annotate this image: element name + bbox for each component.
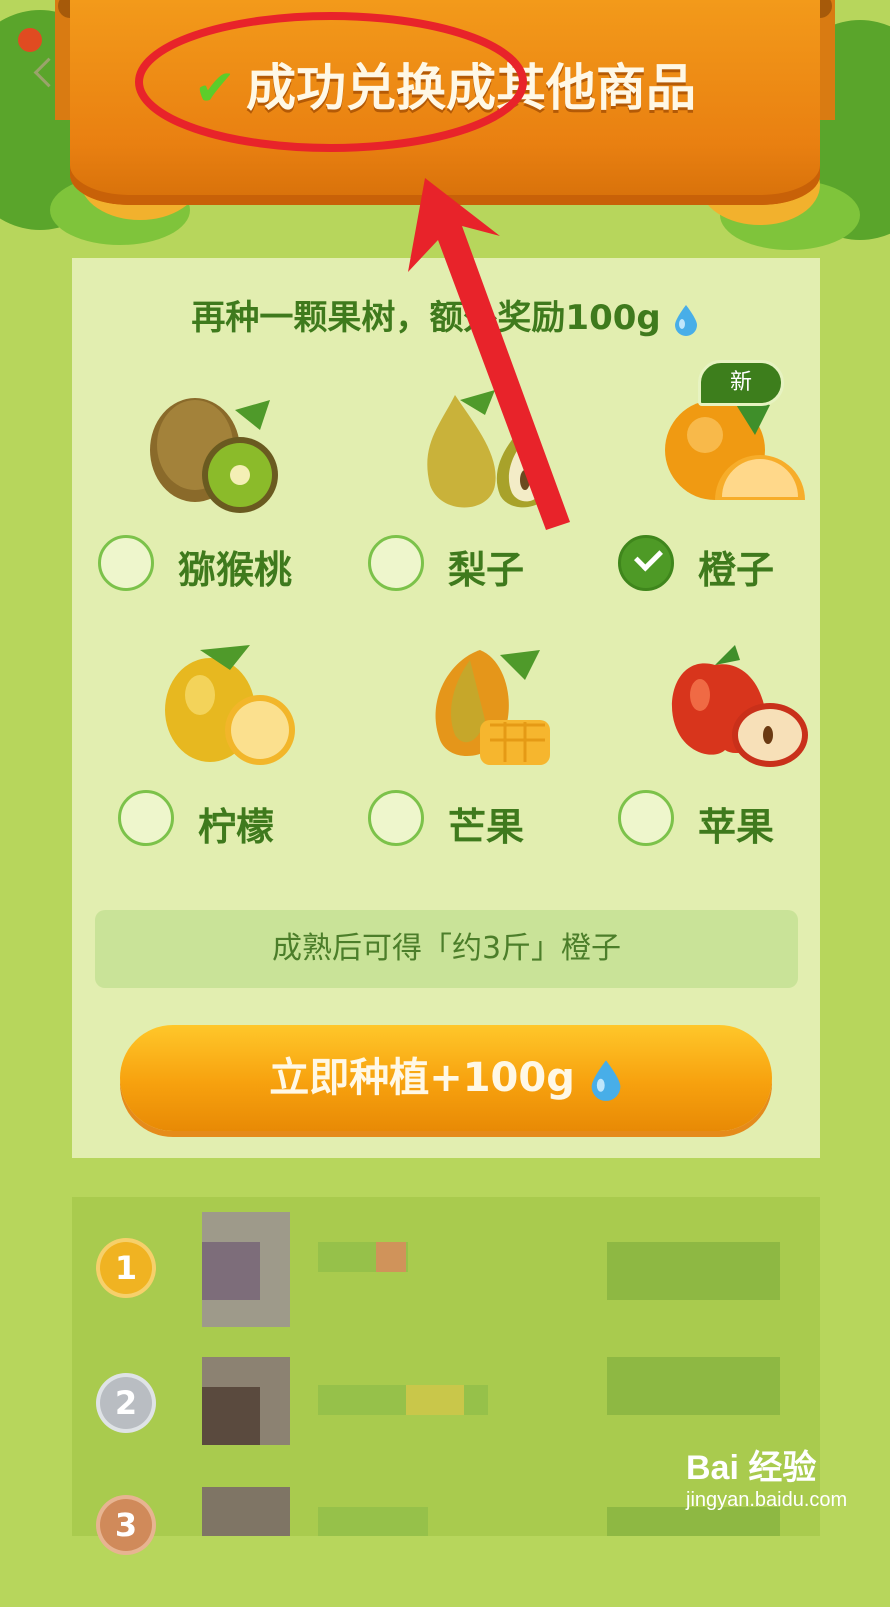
card-subtitle: 再种一颗果树，额外奖励100g [0, 290, 890, 339]
fruit-option-mango[interactable]: 芒果 [360, 640, 610, 880]
fruit-option-apple[interactable]: 苹果 [610, 640, 860, 880]
mango-radio[interactable] [368, 790, 424, 846]
avatar [202, 1487, 290, 1536]
yield-info: 成熟后可得「约3斤」橙子 [95, 910, 798, 988]
fruit-option-pear[interactable]: 梨子 [360, 385, 610, 625]
pear-icon [427, 390, 550, 508]
fruit-name: 梨子 [448, 548, 525, 592]
mango-icon [435, 650, 550, 765]
new-badge: 新 [698, 360, 784, 406]
water-drop-icon [674, 304, 697, 336]
baidu-watermark: Bai 经验 jingyan.baidu.com [686, 1440, 866, 1530]
gold-medal-icon: 1 [100, 1242, 152, 1294]
user-score [607, 1357, 780, 1415]
kiwi-icon [150, 398, 278, 513]
silver-medal-icon: 2 [100, 1377, 152, 1429]
lemon-radio[interactable] [118, 790, 174, 846]
ranking-row: 1 [72, 1212, 820, 1332]
apple-radio[interactable] [618, 790, 674, 846]
apple-icon [671, 645, 808, 767]
fruit-name: 芒果 [448, 805, 525, 849]
pear-radio[interactable] [368, 535, 424, 591]
fruit-name: 猕猴桃 [178, 548, 293, 592]
water-drop-icon [591, 1060, 621, 1101]
check-icon: ✔ [194, 59, 236, 117]
orange-radio[interactable] [618, 535, 674, 591]
fruit-option-lemon[interactable]: 柠檬 [110, 640, 360, 880]
plant-now-button[interactable]: 立即种植+100g [120, 1025, 772, 1131]
header-banner: ✔ 成功兑换成其他商品 [70, 0, 820, 205]
fruit-name: 柠檬 [198, 805, 275, 849]
fruit-name: 橙子 [698, 548, 775, 592]
watermark-logo: Bai 经验 [686, 1449, 817, 1487]
user-name [318, 1507, 428, 1536]
banner-title: ✔ 成功兑换成其他商品 [194, 59, 696, 117]
kiwi-radio[interactable] [98, 535, 154, 591]
lemon-icon [165, 645, 295, 765]
fruit-name: 苹果 [698, 805, 775, 849]
bronze-medal-icon: 3 [100, 1499, 152, 1551]
fruit-option-orange[interactable]: 橙子 [610, 385, 860, 625]
watermark-site: jingyan.baidu.com [686, 1489, 848, 1511]
orange-icon [665, 395, 805, 500]
user-score [607, 1242, 780, 1300]
fruit-option-kiwi[interactable]: 猕猴桃 [90, 385, 340, 625]
